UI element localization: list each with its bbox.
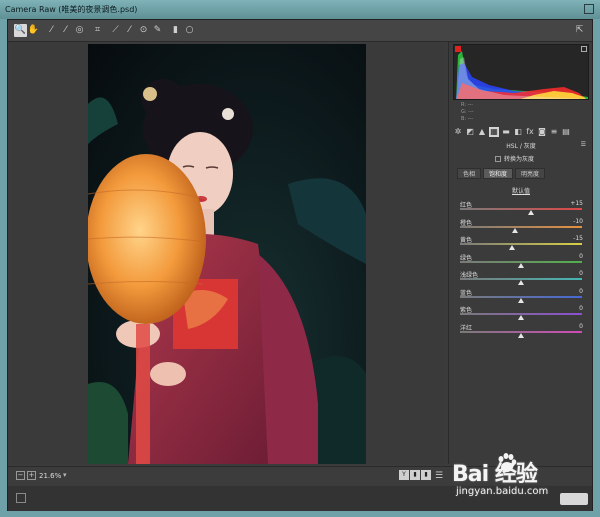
save-image-icon[interactable] xyxy=(16,493,26,503)
slider-track[interactable] xyxy=(460,243,582,245)
slider-row: 绿色 0 xyxy=(457,253,585,270)
slider-row: 橙色 -10 xyxy=(457,218,585,235)
slider-value[interactable]: 0 xyxy=(579,305,583,312)
crop-icon[interactable]: ⌗ xyxy=(91,24,104,37)
straighten-icon[interactable]: ⟋ xyxy=(109,24,122,37)
highlight-clipping-warning-icon[interactable] xyxy=(581,46,587,52)
slider-thumb[interactable] xyxy=(518,332,524,338)
slider-row: 洋红 0 xyxy=(457,323,585,340)
adjustment-brush-icon[interactable]: ✎ xyxy=(151,24,164,37)
readout-b: B: --- xyxy=(461,116,474,122)
swap-before-after[interactable]: ▮ xyxy=(410,470,420,480)
graduated-filter-icon[interactable]: ▮ xyxy=(169,24,182,37)
watermark-url: jingyan.baidu.com xyxy=(456,486,549,497)
slider-thumb[interactable] xyxy=(518,280,524,285)
rgb-readout: R: --- G: --- B: --- xyxy=(461,102,474,123)
hsl-panel-icon[interactable]: ▦ xyxy=(489,127,499,137)
red-eye-icon[interactable]: ⊙ xyxy=(137,24,150,37)
camera-calibration-icon[interactable]: ◙ xyxy=(537,127,547,137)
slider-row: 红色 +15 xyxy=(457,200,585,217)
photo-illustration xyxy=(88,79,366,464)
window-control-icon[interactable] xyxy=(584,4,594,14)
zoom-in-icon[interactable]: + xyxy=(27,471,36,480)
slider-thumb[interactable] xyxy=(518,315,524,320)
watermark-logo: Bai 经验 xyxy=(452,462,538,487)
window-title: Camera Raw (唯美的夜景调色.psd) xyxy=(5,5,138,14)
slider-value[interactable]: -10 xyxy=(573,218,583,225)
view-menu-icon[interactable]: ☰ xyxy=(435,471,443,481)
histogram-graph xyxy=(456,51,588,99)
slider-row: 黄色 -15 xyxy=(457,235,585,252)
baidu-watermark: Bai 经验 jingyan.baidu.com xyxy=(452,452,590,512)
readout-r: R: --- xyxy=(461,102,474,108)
slider-value[interactable]: -15 xyxy=(573,235,583,242)
color-sampler-icon[interactable]: ⁄ xyxy=(59,24,72,37)
radial-filter-icon[interactable]: ○ xyxy=(183,24,196,37)
tab-saturation[interactable]: 饱和度 xyxy=(483,168,514,179)
split-toning-icon[interactable]: ▬ xyxy=(501,127,511,137)
tone-curve-icon[interactable]: ◩ xyxy=(465,127,475,137)
panel-tabs: ✲ ◩ ▲ ▦ ▬ ◧ fx ◙ ≡ ▤ xyxy=(453,127,589,139)
slider-value[interactable]: 0 xyxy=(579,288,583,295)
snapshots-icon[interactable]: ▤ xyxy=(561,127,571,137)
slider-thumb[interactable] xyxy=(518,262,524,268)
copy-settings[interactable]: ▮ xyxy=(421,470,431,480)
view-buttons: Y ▮ ▮ xyxy=(399,470,431,481)
canvas-area xyxy=(13,44,445,464)
effects-icon[interactable]: fx xyxy=(525,127,535,137)
slider-value[interactable]: 0 xyxy=(579,323,583,330)
slider-thumb[interactable] xyxy=(518,297,524,303)
slider-value[interactable]: +15 xyxy=(570,200,583,207)
hsl-sub-tabs: 色相 饱和度 明亮度 xyxy=(457,168,546,179)
slider-value[interactable]: 0 xyxy=(579,270,583,277)
hand-icon[interactable]: ✋ xyxy=(27,24,40,37)
paw-icon xyxy=(498,453,517,472)
presets-icon[interactable]: ≡ xyxy=(549,127,559,137)
before-after-toggle[interactable]: Y xyxy=(399,470,409,480)
toolbar: ⇱ 🔍 ✋ ⁄ ⁄ ◎ ⌗ ⟋ ⁄ ⊙ ✎ ▮ ○ xyxy=(8,20,592,42)
slider-value[interactable]: 0 xyxy=(579,253,583,260)
zoom-dropdown-icon[interactable]: ▾ xyxy=(63,471,67,479)
readout-g: G: --- xyxy=(461,109,474,115)
panel-menu-icon[interactable]: ☰ xyxy=(581,141,586,148)
zoom-level[interactable]: 21.6% xyxy=(39,472,61,480)
shadow-clipping-warning-icon[interactable] xyxy=(455,46,461,52)
zoom-icon[interactable]: 🔍 xyxy=(14,24,27,37)
zoom-out-icon[interactable]: − xyxy=(16,471,25,480)
panel-title: HSL / 灰度 xyxy=(506,143,536,150)
default-link[interactable]: 默认值 xyxy=(449,186,593,195)
targeted-adjust-icon[interactable]: ◎ xyxy=(73,24,86,37)
convert-grayscale-label: 转换为灰度 xyxy=(504,156,535,163)
detail-icon[interactable]: ▲ xyxy=(477,127,487,137)
slider-track[interactable] xyxy=(460,208,582,210)
open-preferences-icon[interactable]: ⇱ xyxy=(573,24,586,37)
lens-corrections-icon[interactable]: ◧ xyxy=(513,127,523,137)
white-balance-icon[interactable]: ⁄ xyxy=(45,24,58,37)
slider-track[interactable] xyxy=(460,225,582,228)
camera-raw-window: ⇱ 🔍 ✋ ⁄ ⁄ ◎ ⌗ ⟋ ⁄ ⊙ ✎ ▮ ○ R: --- G: --- … xyxy=(7,19,593,511)
slider-row: 浅绿色 0 xyxy=(457,270,585,287)
basic-panel-icon[interactable]: ✲ xyxy=(453,127,463,137)
slider-row: 蓝色 0 xyxy=(457,288,585,305)
checkbox-box[interactable] xyxy=(495,156,501,162)
window-title-bar: Camera Raw (唯美的夜景调色.psd) xyxy=(0,0,600,19)
preview-photo[interactable] xyxy=(88,44,366,464)
spot-removal-icon[interactable]: ⁄ xyxy=(123,24,136,37)
slider-thumb[interactable] xyxy=(511,227,518,233)
tab-luminance[interactable]: 明亮度 xyxy=(515,168,546,179)
slider-row: 紫色 0 xyxy=(457,305,585,322)
convert-grayscale-checkbox[interactable]: 转换为灰度 xyxy=(495,154,534,163)
slider-thumb[interactable] xyxy=(527,210,534,215)
tab-hue[interactable]: 色相 xyxy=(457,168,482,179)
histogram xyxy=(453,44,589,100)
adjustment-side-panel: R: --- G: --- B: --- ✲ ◩ ▲ ▦ ▬ ◧ fx ◙ ≡ … xyxy=(448,42,592,464)
slider-thumb[interactable] xyxy=(509,245,516,250)
